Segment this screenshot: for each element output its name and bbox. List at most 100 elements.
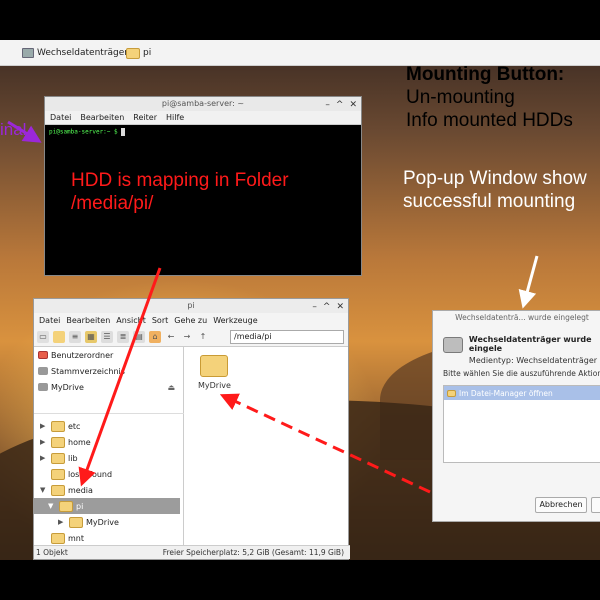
maximize-icon[interactable]: ^ (323, 300, 331, 314)
annotation-hdd-mapping: HDD is mapping in Folder /media/pi/ (71, 170, 289, 216)
status-count: 1 Objekt (36, 548, 68, 557)
annotation-text: /media/pi/ (71, 192, 154, 214)
folder-icon (51, 532, 65, 544)
popup-header: Wechseldatenträger wurde eingele Medient… (443, 335, 600, 365)
annotation-text: Info mounted HDDs (406, 109, 573, 131)
menu-werkzeuge[interactable]: Werkzeuge (213, 316, 257, 325)
home-folder-icon (38, 351, 48, 359)
tree-item-lib[interactable]: ▶ lib (40, 450, 78, 466)
action-open-file-manager[interactable]: Im Datei-Manager öffnen (444, 386, 600, 400)
ok-button[interactable] (591, 497, 600, 513)
minimize-icon[interactable]: – (325, 98, 330, 112)
tree-item-label: home (68, 437, 91, 447)
tree-item-media[interactable]: ▼ media (40, 482, 93, 498)
up-icon[interactable]: ↑ (197, 331, 209, 343)
close-icon[interactable]: ✕ (349, 98, 357, 112)
folder-icon (126, 47, 140, 59)
annotation-text: Pop-up Window show (403, 168, 587, 189)
menu-sort[interactable]: Sort (152, 316, 168, 325)
status-free-space: Freier Speicherplatz: 5,2 GiB (Gesamt: 1… (162, 548, 344, 557)
menu-bearbeiten[interactable]: Bearbeiten (80, 113, 124, 122)
eject-icon[interactable]: ⏏ (167, 383, 175, 392)
tree-item-etc[interactable]: ▶ etc (40, 418, 80, 434)
new-folder-icon[interactable] (53, 330, 65, 343)
terminal-body[interactable]: pi@samba-server:~ $ (45, 125, 361, 139)
popup-message: Wechseldatenträger wurde eingele (468, 335, 592, 353)
close-icon[interactable]: ✕ (336, 300, 344, 314)
expand-icon[interactable]: ▶ (58, 518, 66, 526)
root-drive-icon (38, 367, 48, 375)
compact-view-icon[interactable]: ☰ (101, 330, 113, 343)
new-tab-icon[interactable]: ▭ (37, 330, 49, 343)
menu-ansicht[interactable]: Ansicht (116, 316, 146, 325)
menu-datei[interactable]: Datei (50, 113, 71, 122)
tree-item-home[interactable]: ▶ home (40, 434, 91, 450)
folder-icon (51, 436, 65, 448)
file-manager-menubar: Datei Bearbeiten Ansicht Sort Gehe zu We… (34, 313, 348, 327)
popup-title: Wechseldatenträ... wurde eingelegt (455, 313, 589, 322)
drive-icon (22, 48, 34, 58)
minimize-icon[interactable]: – (312, 300, 317, 314)
home-icon[interactable]: ⌂ (149, 330, 161, 343)
drive-icon (38, 383, 48, 391)
tree-item-label: MyDrive (86, 517, 119, 527)
file-manager-content[interactable]: MyDrive (186, 347, 348, 545)
taskbar-item-drive[interactable]: Wechseldatenträger (22, 44, 128, 62)
file-manager-titlebar[interactable]: pi – ^ ✕ (34, 299, 348, 313)
taskbar-item-pi[interactable]: pi (126, 44, 151, 62)
file-manager-window[interactable]: pi – ^ ✕ Datei Bearbeiten Ansicht Sort G… (33, 298, 350, 560)
detail-view-icon[interactable]: ≣ (117, 330, 129, 343)
action-list[interactable]: Im Datei-Manager öffnen (443, 385, 600, 463)
sidebar-item-home[interactable]: Benutzerordner (34, 347, 183, 363)
annotation-terminal: inal (0, 120, 26, 140)
thumbnail-view-icon[interactable]: ▤ (133, 330, 145, 343)
tree-item-pi[interactable]: ▼ pi (34, 498, 180, 514)
tree-item-mydrive[interactable]: ▶ MyDrive (58, 514, 119, 530)
menu-hilfe[interactable]: Hilfe (166, 113, 184, 122)
terminal-title: pi@samba-server: ~ (161, 99, 245, 108)
tree-item-label: lost+found (68, 469, 113, 479)
back-icon[interactable]: ← (165, 331, 177, 343)
forward-icon[interactable]: → (181, 331, 193, 343)
sidebar-item-label: MyDrive (51, 382, 84, 392)
annotation-text: HDD is mapping in Folder (71, 170, 289, 191)
icon-view-icon[interactable]: ▦ (85, 330, 97, 343)
tree-item-label: pi (76, 501, 84, 511)
terminal-titlebar[interactable]: pi@samba-server: ~ – ^ ✕ (45, 97, 361, 111)
taskbar-item-label: pi (143, 48, 152, 58)
path-input[interactable]: /media/pi (230, 330, 344, 344)
folder-icon (59, 500, 73, 512)
annotation-text: inal (0, 120, 27, 139)
tree-item-mnt[interactable]: mnt (40, 530, 84, 545)
file-manager-sidebar: Benutzerordner Stammverzeichnis MyDrive … (34, 347, 184, 545)
tree-item-label: etc (68, 421, 81, 431)
collapse-icon[interactable]: ▼ (40, 486, 48, 494)
collapse-icon[interactable]: ▼ (48, 502, 56, 510)
drive-icon (443, 337, 463, 353)
terminal-menubar: Datei Bearbeiten Reiter Hilfe (45, 111, 361, 125)
menu-datei[interactable]: Datei (39, 316, 60, 325)
annotation-text: successful mounting (403, 190, 576, 212)
sidebar-item-root[interactable]: Stammverzeichnis (34, 363, 183, 379)
maximize-icon[interactable]: ^ (336, 98, 344, 112)
menu-bearbeiten[interactable]: Bearbeiten (66, 316, 110, 325)
tree-item-label: lib (68, 453, 78, 463)
status-bar: 1 Objekt Freier Speicherplatz: 5,2 GiB (… (34, 545, 350, 559)
expand-icon[interactable]: ▶ (40, 454, 48, 462)
folder-icon (447, 389, 456, 397)
annotation-text: Un-mounting (406, 86, 515, 108)
folder-label[interactable]: MyDrive (198, 381, 231, 390)
expand-icon[interactable]: ▶ (40, 422, 48, 430)
cancel-button[interactable]: Abbrechen (535, 497, 587, 513)
menu-reiter[interactable]: Reiter (133, 113, 157, 122)
expand-icon[interactable]: ▶ (40, 438, 48, 446)
mount-popup-dialog[interactable]: Wechseldatenträ... wurde eingelegt Wechs… (432, 310, 600, 522)
action-label: Im Datei-Manager öffnen (459, 388, 553, 398)
tree-item-lost-found[interactable]: lost+found (40, 466, 112, 482)
folder-icon[interactable] (200, 355, 228, 377)
list-view-icon[interactable]: ≡ (69, 330, 81, 343)
menu-gehe-zu[interactable]: Gehe zu (174, 316, 207, 325)
sidebar-item-mydrive[interactable]: MyDrive ⏏ (34, 379, 183, 395)
annotation-mounting-button: Mounting Button: Un-mounting Info mounte… (406, 64, 573, 132)
file-manager-toolbar: ▭ ≡ ▦ ☰ ≣ ▤ ⌂ ← → ↑ /media/pi (34, 327, 348, 347)
